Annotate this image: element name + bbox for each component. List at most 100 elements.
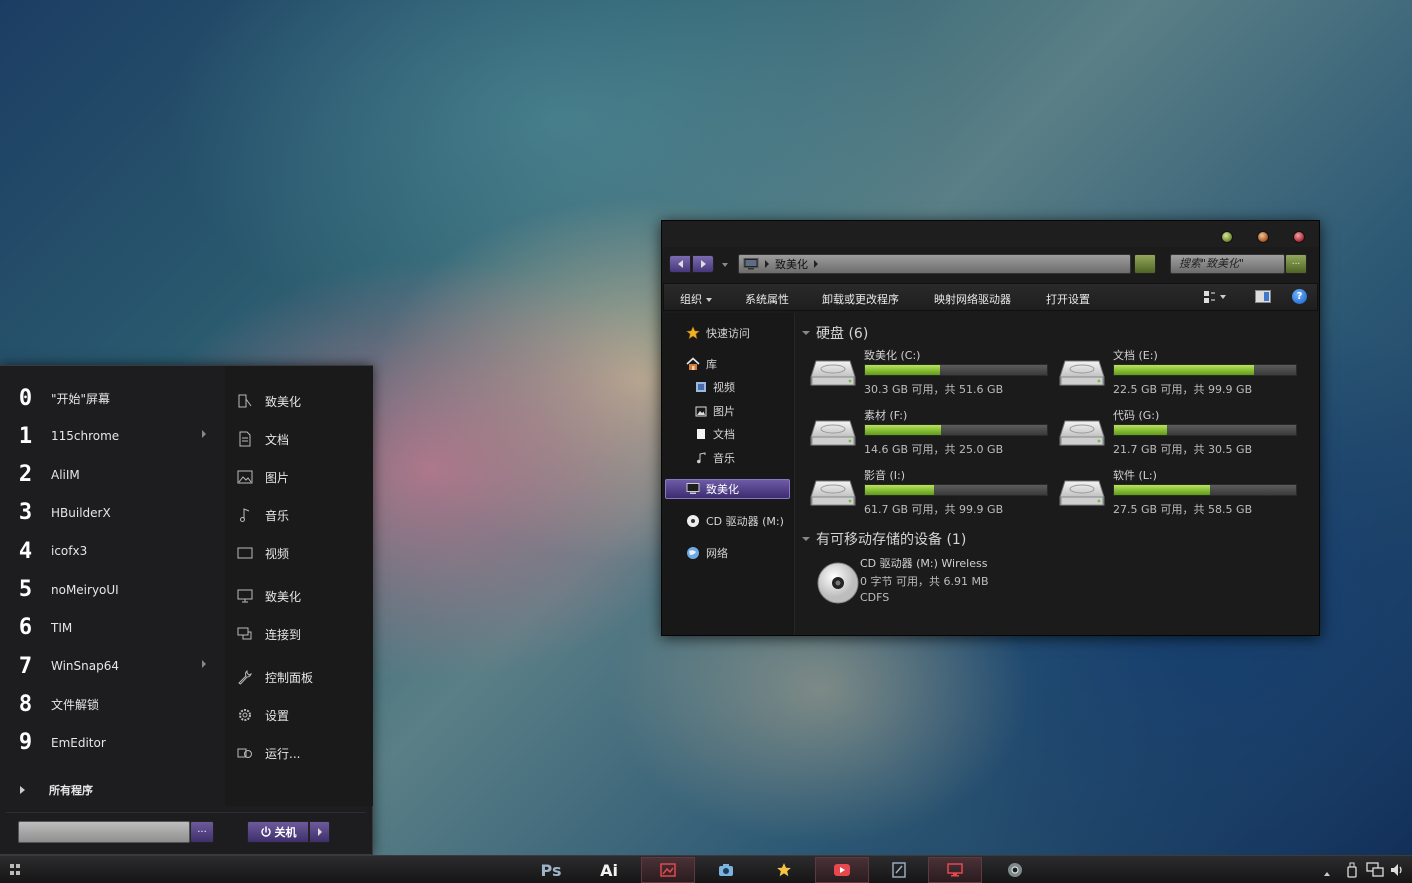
video-icon [225,547,265,559]
pinned-program-item[interactable]: 3 HBuilderX [0,494,224,532]
nav-quick-access[interactable]: 快速访问 [686,323,750,343]
nav-cd-drive[interactable]: CD 驱动器 (M:) [686,511,784,531]
taskbar-photoshop[interactable]: Ps [524,857,578,883]
place-item[interactable]: 控制面板 [225,662,373,692]
taskbar-favorites[interactable] [757,857,811,883]
start-search-input[interactable] [18,821,190,843]
place-item[interactable]: 连接到 [225,619,373,649]
jump-number: 5 [18,577,33,602]
preview-pane-button[interactable] [1255,290,1271,306]
nav-network[interactable]: 网络 [686,543,728,563]
shutdown-button[interactable]: 关机 [247,821,309,843]
nav-library[interactable]: 库 [686,354,717,374]
pinned-program-item[interactable]: 6 TIM [0,609,224,647]
search-input[interactable]: 搜索"致美化" [1170,254,1285,274]
uninstall-programs-button[interactable]: 卸载或更改程序 [822,291,899,307]
pinned-programs: 0 "开始"屏幕 1 115chrome 2 AliIM 3 HBuilderX 4 icofx3… [0,366,224,766]
pinned-program-item[interactable]: 8 文件解锁 [0,685,224,723]
connect-icon [225,627,265,641]
place-item[interactable]: 致美化 [225,581,373,611]
taskbar: Ps Ai [0,855,1412,883]
hard-drive-icon [1059,355,1105,387]
maximize-button[interactable] [1257,231,1269,243]
pinned-program-item[interactable]: 0 "开始"屏幕 [0,379,224,417]
place-item[interactable]: 设置 [225,700,373,730]
start-grid-icon [10,871,14,875]
nav-cd-drive-label: CD 驱动器 (M:) [706,515,784,528]
place-item[interactable]: 运行... [225,738,373,768]
drive-free-space: 14.6 GB 可用，共 25.0 GB [864,443,1004,456]
taskbar-illustrator[interactable]: Ai [582,857,636,883]
place-item[interactable]: 视频 [225,538,373,568]
search-button[interactable]: ... [1285,254,1307,274]
hard-drive-icon [1059,475,1105,507]
nav-documents[interactable]: 文档 [695,424,735,444]
drive-item[interactable]: 影音 (I:) 61.7 GB 可用，共 99.9 GB [802,467,1052,523]
place-item[interactable]: 致美化 [225,386,373,416]
place-item[interactable]: 图片 [225,462,373,492]
start-grid-icon [16,871,20,875]
map-network-drive-button[interactable]: 映射网络驱动器 [934,291,1011,307]
cd-drive-item[interactable]: CD 驱动器 (M:) Wireless 0 字节 可用，共 6.91 MB C… [810,555,1070,615]
network-tray-button[interactable] [1366,862,1384,881]
pinned-program-label: TIM [51,620,73,635]
hard-disks-group-header[interactable]: 硬盘 (6) [802,323,868,343]
taskbar-remote-desktop[interactable] [928,857,982,883]
taskbar-camera[interactable] [699,857,753,883]
address-bar[interactable]: 致美化 [738,254,1131,274]
usb-tray-button[interactable] [1346,862,1358,881]
wrench-icon [225,669,265,685]
taskbar-chrome[interactable] [988,857,1042,883]
drive-item[interactable]: 代码 (G:) 21.7 GB 可用，共 30.5 GB [1051,407,1301,463]
drive-item[interactable]: 致美化 (C:) 30.3 GB 可用，共 51.6 GB [802,347,1052,403]
open-settings-button[interactable]: 打开设置 [1046,291,1090,307]
view-options-button[interactable] [1203,290,1227,307]
all-programs-button[interactable]: 所有程序 [0,778,224,802]
removable-group-header[interactable]: 有可移动存储的设备 (1) [802,529,966,549]
address-go-button[interactable] [1134,254,1156,274]
drive-item[interactable]: 文档 (E:) 22.5 GB 可用，共 99.9 GB [1051,347,1301,403]
place-item[interactable]: 音乐 [225,500,373,530]
place-item[interactable]: 文档 [225,424,373,454]
start-search-button[interactable]: ... [190,821,214,843]
shutdown-options-button[interactable] [309,821,330,843]
nav-videos[interactable]: 视频 [695,377,735,397]
start-button[interactable] [10,864,24,876]
star-icon [686,326,700,340]
place-label: 运行... [265,746,301,761]
cd-device-capacity: 0 字节 可用，共 6.91 MB [860,575,989,588]
cd-drive-icon [687,515,699,527]
show-hidden-icons-button[interactable] [1323,866,1331,880]
drive-item[interactable]: 素材 (F:) 14.6 GB 可用，共 25.0 GB [802,407,1052,463]
system-properties-button[interactable]: 系统属性 [745,291,789,307]
forward-button[interactable] [692,255,714,273]
recent-locations-button[interactable] [722,263,728,267]
taskbar-media-player[interactable] [815,857,869,883]
breadcrumb-separator-icon[interactable] [814,260,818,268]
pinned-program-label: WinSnap64 [51,659,120,674]
close-button[interactable] [1293,231,1305,243]
drive-item[interactable]: 软件 (L:) 27.5 GB 可用，共 58.5 GB [1051,467,1301,523]
minimize-button[interactable] [1221,231,1233,243]
taskbar-notepad[interactable] [872,857,926,883]
place-label: 连接到 [265,627,302,642]
title-bar[interactable] [662,221,1319,247]
help-button[interactable]: ? [1292,289,1307,304]
taskbar-image-viewer[interactable] [641,857,695,883]
preview-pane-icon [1255,290,1271,303]
organize-menu[interactable]: 组织 [680,291,712,307]
pinned-program-item[interactable]: 1 115chrome [0,417,224,455]
back-button[interactable] [669,255,691,273]
nav-pictures[interactable]: 图片 [695,401,735,421]
gear-icon [225,707,265,723]
pinned-program-item[interactable]: 2 AliIM [0,456,224,494]
pinned-program-item[interactable]: 4 icofx3 [0,532,224,570]
nav-computer[interactable]: 致美化 [665,479,790,499]
volume-tray-button[interactable] [1389,862,1405,881]
breadcrumb[interactable]: 致美化 [775,256,808,272]
nav-documents-label: 文档 [713,428,735,441]
nav-music[interactable]: 音乐 [695,448,735,468]
pinned-program-item[interactable]: 7 WinSnap64 [0,647,224,685]
pinned-program-item[interactable]: 5 noMeiryoUI [0,571,224,609]
pinned-program-item[interactable]: 9 EmEditor [0,724,224,762]
